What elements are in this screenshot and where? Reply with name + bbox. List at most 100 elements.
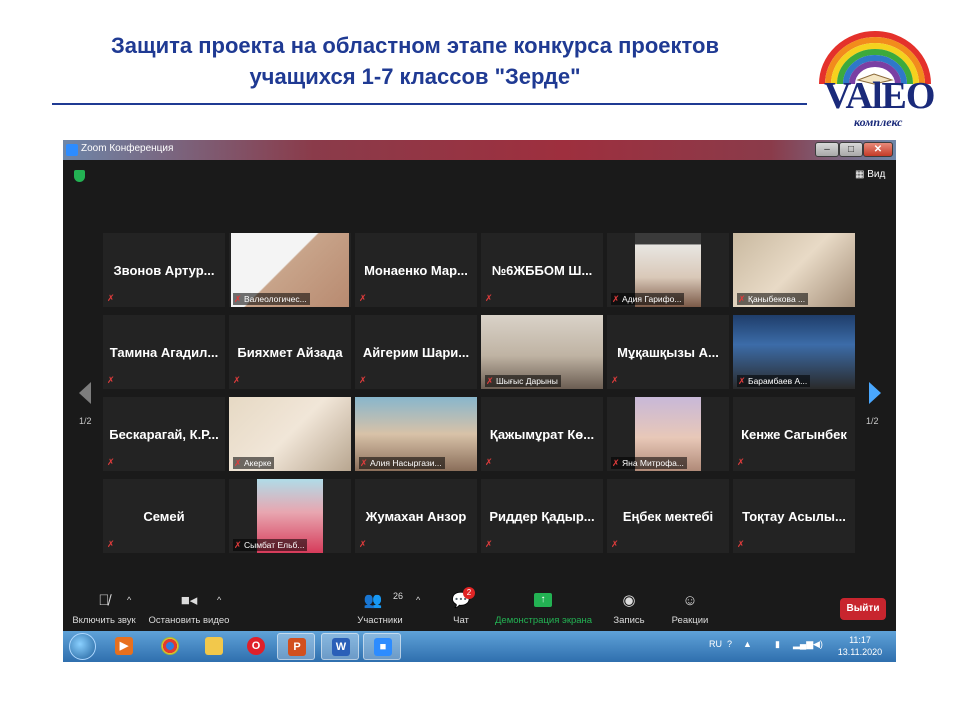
leave-meeting-button[interactable]: Выйти [840,598,886,620]
close-button[interactable]: ✕ [863,142,893,157]
logo-subtitle: комплекс [854,115,903,129]
participant-name-tile[interactable]: Кенже Сагынбек ✗ [733,397,855,471]
participant-name-tile[interactable]: Жумахан Анзор ✗ [355,479,477,553]
participant-label-text: Адия Гарифо... [622,294,682,304]
participant-name: Риддер Қадыр... [489,509,595,524]
record-button[interactable]: ◉ Запись [607,586,651,631]
share-screen-button[interactable]: ↑ Демонстрация экрана [495,586,593,631]
mic-muted-icon: ✗ [611,375,619,385]
participant-video-tile[interactable]: ✗ Акерке [229,397,351,471]
participant-name-tile[interactable]: №6ЖББОМ Ш... ✗ [481,233,603,307]
chat-badge: 2 [463,587,475,599]
mic-muted-icon: ✗ [234,294,242,304]
participant-name-tile[interactable]: Айгерим Шари... ✗ [355,315,477,389]
view-label: Вид [867,169,886,180]
mic-muted-icon: ✗ [359,375,367,385]
mic-muted-icon: ✗ [737,539,745,549]
view-button[interactable]: ▦ Вид [855,169,885,180]
participants-label: Участники [357,615,403,626]
participant-video-tile[interactable]: ✗ Барамбаев А... [733,315,855,389]
mic-muted-icon: ✗ [611,539,619,549]
participant-label-text: Қаныбекова ... [748,294,806,304]
record-icon: ◉ [622,592,636,609]
participant-video-tile[interactable]: ✗ Шығыс Дарыны [481,315,603,389]
taskbar-powerpoint[interactable]: P [277,633,315,660]
participant-name-tile[interactable]: Бескарагай, К.Р... ✗ [103,397,225,471]
participant-name-tile[interactable]: Қажымұрат Кө... ✗ [481,397,603,471]
participant-name-tile[interactable]: Монаенко Мар... ✗ [355,233,477,307]
participant-name-tile[interactable]: Звонов Артур... ✗ [103,233,225,307]
window-title: Zoom Конференция [81,143,174,154]
language-indicator[interactable]: RU [709,639,722,649]
window-titlebar[interactable]: Zoom Конференция – □ ✕ [63,140,896,160]
audio-options-chevron-icon[interactable]: ^ [127,595,131,605]
windows-taskbar: ▶ O P W ■ RU ? ▲ ▮ ▂▄▆ ◀) 11:17 13.11.20… [63,631,896,662]
participant-name-tile[interactable]: Риддер Қадыр... ✗ [481,479,603,553]
participant-name: Звонов Артур... [113,263,215,278]
taskbar-media-player[interactable]: ▶ [105,633,143,660]
chat-button[interactable]: 💬 2 Чат [441,586,481,631]
prev-page-arrow-icon[interactable] [79,382,91,404]
participant-name: Тамина Агадил... [109,345,219,360]
participant-name: Қажымұрат Кө... [489,427,595,442]
participant-video-tile[interactable]: ✗ Қаныбекова ... [733,233,855,307]
participant-video-tile[interactable]: ✗ Валеологичес... [229,233,351,307]
participant-video-tile[interactable]: ✗ Алия Насыргази... [355,397,477,471]
participants-button[interactable]: 👥 26 Участники [353,586,407,631]
unmute-button[interactable]: 🎙̸ Включить звук [67,586,141,631]
chrome-icon [161,637,179,655]
participant-video-tile[interactable]: ✗ Яна Митрофа... [607,397,729,471]
mic-muted-icon: ✗ [359,293,367,303]
taskbar-chrome[interactable] [151,633,189,660]
participant-name-tile[interactable]: Мұқашқызы А... ✗ [607,315,729,389]
maximize-button[interactable]: □ [839,142,863,157]
participant-label-text: Алия Насыргази... [370,458,442,468]
mic-muted-icon: ✗ [107,539,115,549]
participant-label: ✗ Алия Насыргази... [359,457,445,469]
battery-icon[interactable]: ▮ [775,639,780,650]
help-icon[interactable]: ? [727,639,732,649]
word-icon: W [332,638,350,656]
taskbar-zoom[interactable]: ■ [363,633,401,660]
next-page-arrow-icon[interactable] [869,382,881,404]
zoom-app-icon [66,144,78,156]
tray-expand-icon[interactable]: ▲ [743,639,752,649]
participant-name-tile[interactable]: Семей ✗ [103,479,225,553]
reactions-button[interactable]: ☺ Реакции [665,586,715,631]
video-options-chevron-icon[interactable]: ^ [217,595,221,605]
taskbar-clock[interactable]: 11:17 13.11.2020 [835,634,885,658]
taskbar-word[interactable]: W [321,633,359,660]
logo-text: VAlEO [824,75,935,117]
network-icon[interactable]: ▂▄▆ [793,639,813,650]
participant-name: №6ЖББОМ Ш... [491,263,593,278]
valeo-logo: VAlEO комплекс [816,28,935,128]
participant-video-tile[interactable]: ✗ Сымбат Ельб... [229,479,351,553]
slide-title-line1: Защита проекта на областном этапе конкур… [111,33,719,58]
participant-name-tile[interactable]: Бияхмет Айзада ✗ [229,315,351,389]
participant-label: ✗ Яна Митрофа... [611,457,687,469]
opera-icon: O [247,637,265,655]
taskbar-explorer[interactable] [195,633,233,660]
powerpoint-icon: P [288,638,306,656]
participant-video-tile[interactable]: ✗ Адия Гарифо... [607,233,729,307]
clock-time: 11:17 [849,635,871,645]
security-shield-icon[interactable] [74,170,85,182]
volume-icon[interactable]: ◀) [813,639,823,650]
slide-title: Защита проекта на областном этапе конкур… [30,30,800,92]
participant-label-text: Валеологичес... [244,294,307,304]
share-screen-label: Демонстрация экрана [495,615,593,626]
participant-label: ✗ Сымбат Ельб... [233,539,308,551]
mic-muted-icon: ✗ [486,376,494,386]
participants-chevron-icon[interactable]: ^ [416,595,420,605]
participant-name-tile[interactable]: Еңбек мектебі ✗ [607,479,729,553]
slide-title-line2: учащихся 1-7 классов "Зерде" [249,64,581,89]
participant-name: Мұқашқызы А... [617,345,719,360]
reaction-smiley-icon: ☺ [682,592,698,609]
windows-start-icon[interactable] [69,633,96,660]
stop-video-button[interactable]: ■◂ Остановить видео [145,586,233,631]
zoom-window: Zoom Конференция – □ ✕ ▦ Вид 1/2 1/2 Зво… [63,140,896,662]
participant-name-tile[interactable]: Тамина Агадил... ✗ [103,315,225,389]
participant-name-tile[interactable]: Тоқтау Асылы... ✗ [733,479,855,553]
minimize-button[interactable]: – [815,142,839,157]
taskbar-opera[interactable]: O [237,633,275,660]
